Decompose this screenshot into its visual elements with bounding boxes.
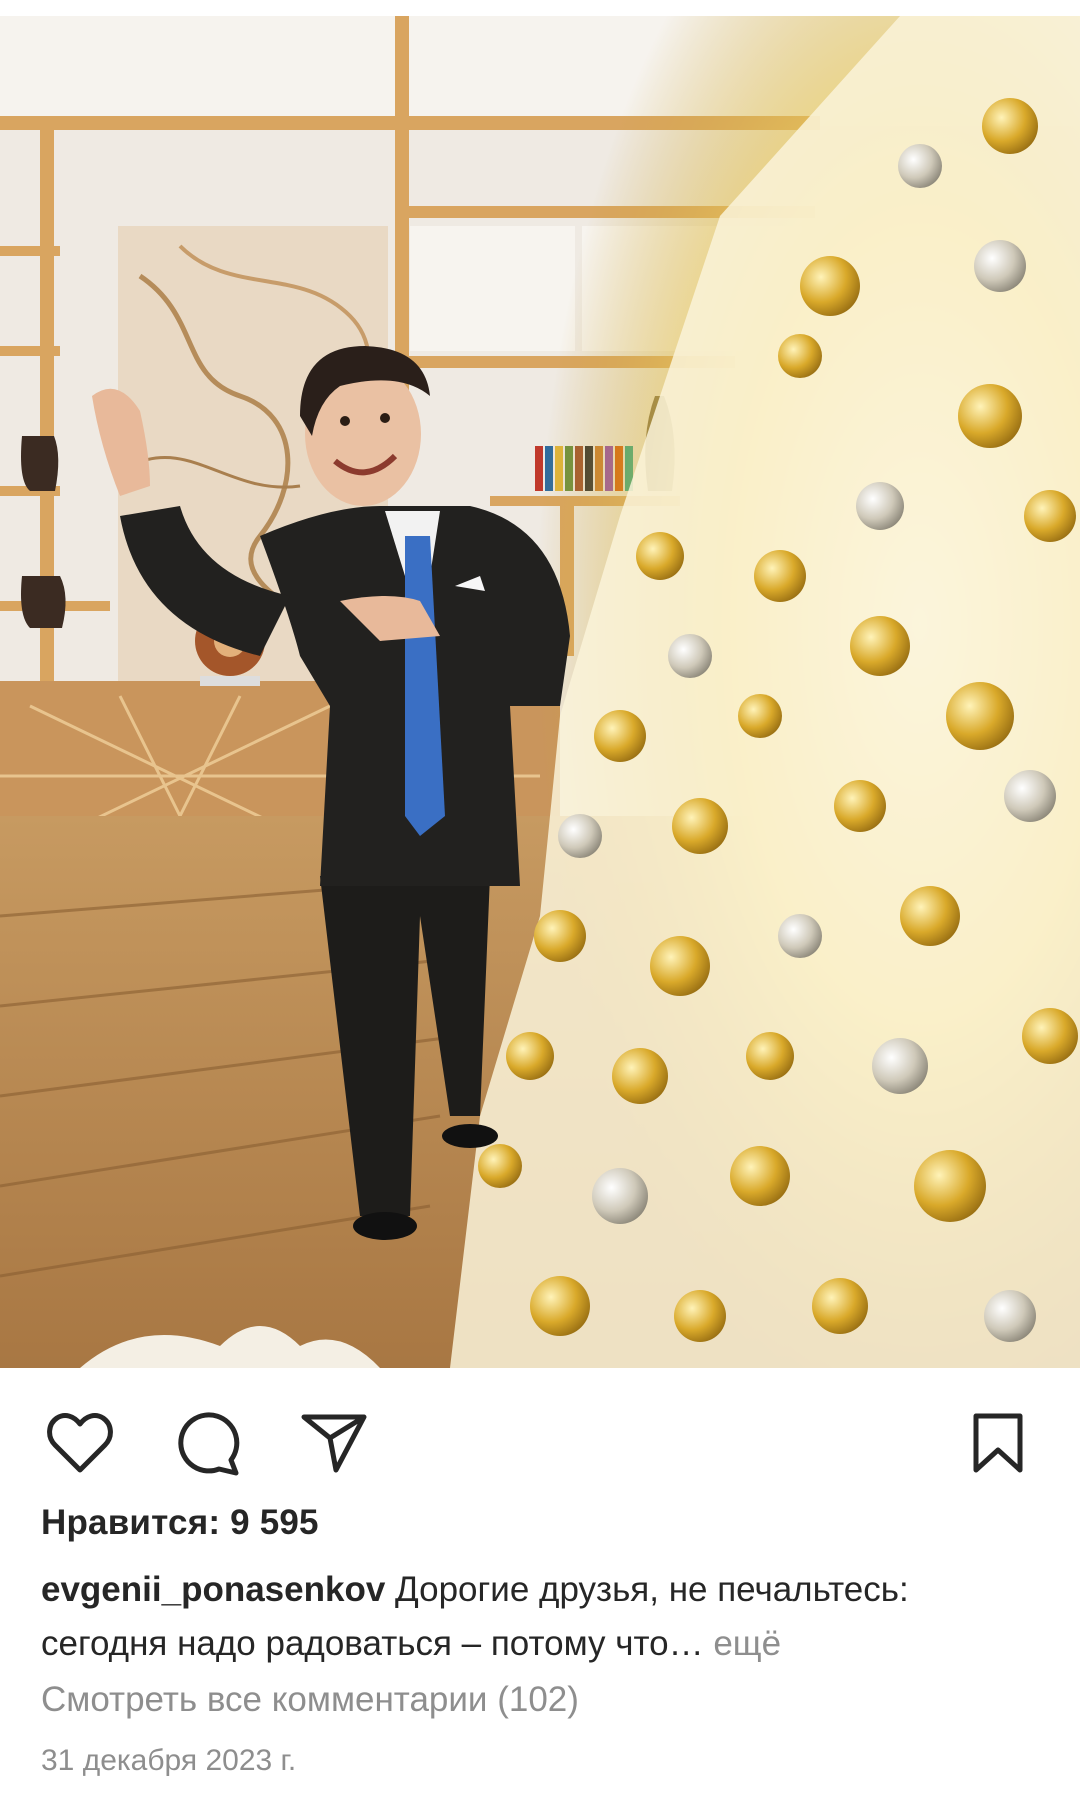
- post-caption: evgenii_ponasenkov Дорогие друзья, не пе…: [41, 1563, 1041, 1671]
- caption-more-link[interactable]: ещё: [713, 1624, 781, 1663]
- comment-icon: [175, 1410, 241, 1476]
- send-icon: [300, 1412, 368, 1474]
- author-username[interactable]: evgenii_ponasenkov: [41, 1570, 385, 1609]
- caption-text-1: Дорогие друзья, не печальтесь:: [395, 1570, 909, 1609]
- caption-text-2: сегодня надо радоваться – потому что…: [41, 1624, 704, 1663]
- caption-line-1: evgenii_ponasenkov Дорогие друзья, не пе…: [41, 1563, 1041, 1617]
- post-photo[interactable]: [0, 16, 1080, 1368]
- heart-icon: [46, 1412, 114, 1474]
- caption-line-2: сегодня надо радоваться – потому что… ещ…: [41, 1617, 1041, 1671]
- post-date: 31 декабря 2023 г.: [41, 1744, 297, 1777]
- view-all-comments-link[interactable]: Смотреть все комментарии (102): [41, 1680, 579, 1720]
- bookmark-icon: [970, 1412, 1026, 1474]
- save-button[interactable]: [962, 1407, 1034, 1479]
- comment-button[interactable]: [172, 1407, 244, 1479]
- post-actions-bar: [0, 1368, 1080, 1498]
- likes-count[interactable]: Нравится: 9 595: [41, 1503, 319, 1543]
- share-button[interactable]: [298, 1407, 370, 1479]
- like-button[interactable]: [44, 1407, 116, 1479]
